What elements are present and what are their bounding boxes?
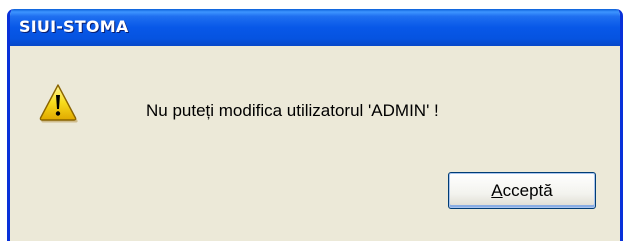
accept-label-rest: cceptă: [502, 180, 553, 200]
window-title: SIUI-STOMA: [19, 17, 129, 36]
accept-button-label: Acceptă: [491, 181, 552, 201]
dialog-window: SIUI-STOMA Nu puteți modifica utilizator…: [7, 9, 623, 241]
dialog-message: Nu puteți modifica utilizatorul 'ADMIN' …: [146, 101, 439, 120]
title-bar[interactable]: SIUI-STOMA: [10, 9, 620, 46]
warning-icon: [39, 84, 78, 123]
accept-accelerator: A: [491, 180, 503, 200]
dialog-body: Nu puteți modifica utilizatorul 'ADMIN' …: [10, 46, 620, 241]
accept-button[interactable]: Acceptă: [448, 172, 596, 209]
